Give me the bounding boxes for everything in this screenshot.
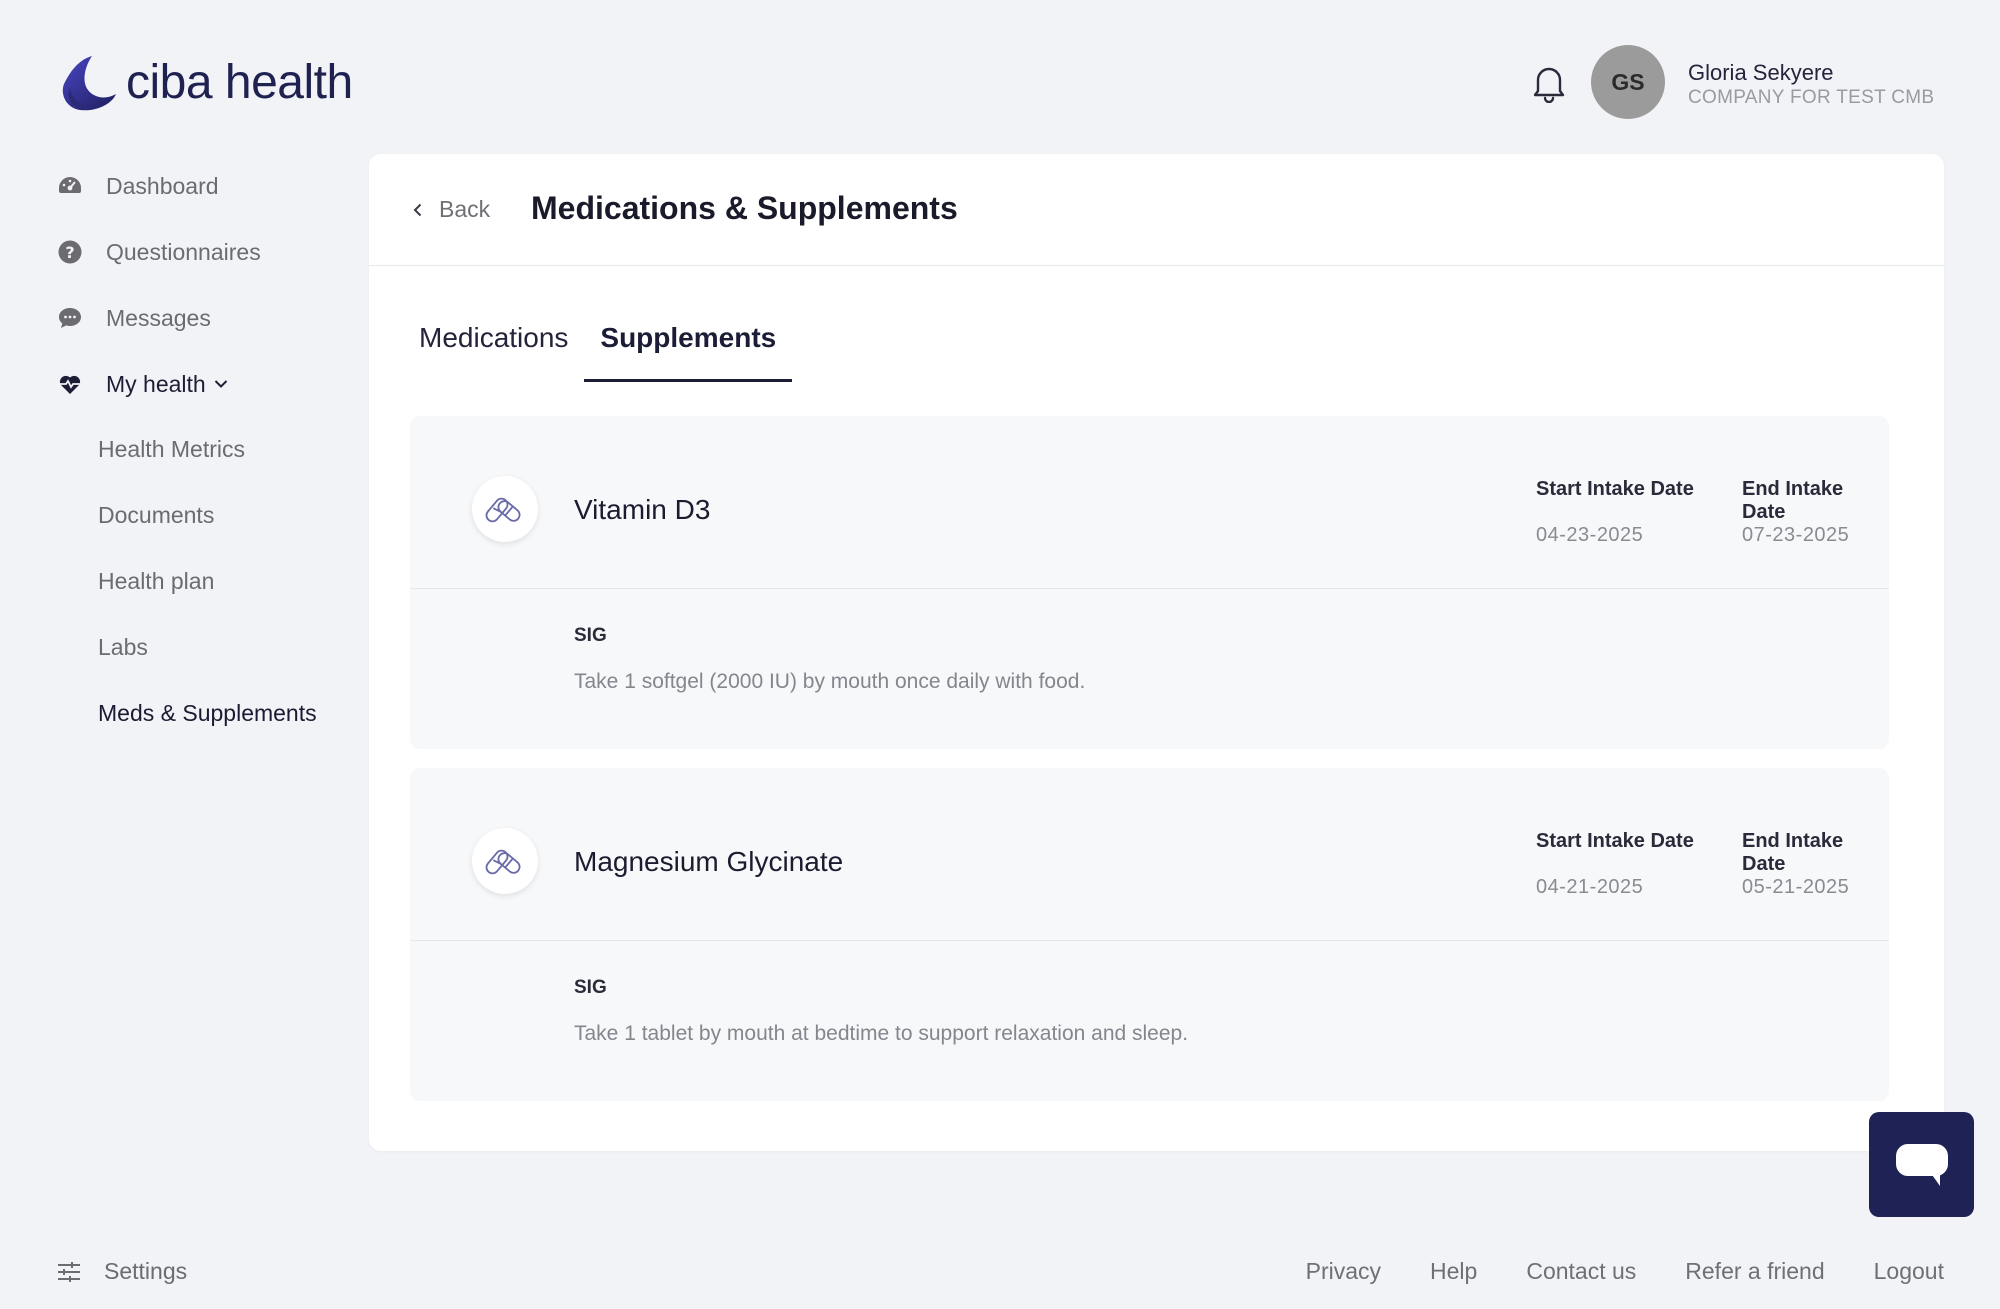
user-company: COMPANY FOR TEST CMB <box>1688 87 1935 108</box>
panel-header: Back Medications & Supplements <box>369 154 1944 266</box>
supplement-card: Vitamin D3 Start Intake Date 04-23-2025 … <box>410 416 1889 749</box>
sidebar-subitem-labs[interactable]: Labs <box>98 634 148 661</box>
main-panel: Back Medications & Supplements Medicatio… <box>369 154 1944 1151</box>
sidebar-subitem-meds-supplements[interactable]: Meds & Supplements <box>98 700 317 727</box>
chat-launcher-button[interactable] <box>1869 1112 1974 1217</box>
tab-medications[interactable]: Medications <box>403 302 584 382</box>
dashboard-gauge-icon <box>56 172 84 200</box>
brand-name: ciba health <box>126 55 353 109</box>
end-date-label: End Intake Date <box>1742 830 1844 875</box>
footer-links: Privacy Help Contact us Refer a friend L… <box>1306 1258 1944 1285</box>
start-date-value: 04-23-2025 <box>1536 524 1644 546</box>
pill-icon <box>472 828 538 894</box>
chevron-down-icon <box>214 379 228 389</box>
tab-bar: Medications Supplements <box>403 302 793 382</box>
footer-link-privacy[interactable]: Privacy <box>1306 1258 1381 1285</box>
end-date-value: 07-23-2025 <box>1742 524 1850 546</box>
sidebar-item-label: Dashboard <box>106 172 219 199</box>
svg-text:?: ? <box>65 243 74 262</box>
sidebar-item-label: My health <box>106 370 206 397</box>
start-date-label: Start Intake Date <box>1536 830 1694 852</box>
sidebar-subitem-health-metrics[interactable]: Health Metrics <box>98 436 245 463</box>
avatar-initials: GS <box>1611 68 1645 95</box>
page-title: Medications & Supplements <box>531 190 958 226</box>
footer-link-refer-a-friend[interactable]: Refer a friend <box>1685 1258 1824 1285</box>
footer-link-contact-us[interactable]: Contact us <box>1526 1258 1636 1285</box>
sidebar-item-dashboard[interactable]: Dashboard <box>56 172 219 200</box>
sidebar-item-my-health[interactable]: My health <box>56 370 228 398</box>
back-label: Back <box>439 196 491 222</box>
settings-label: Settings <box>104 1258 188 1284</box>
chevron-left-icon <box>413 203 422 216</box>
chat-icon <box>1895 1143 1948 1186</box>
sidebar-subitem-health-plan[interactable]: Health plan <box>98 568 214 595</box>
tab-supplements[interactable]: Supplements <box>584 302 793 382</box>
end-date-label: End Intake Date <box>1742 478 1844 523</box>
sidebar-item-messages[interactable]: Messages <box>56 304 211 332</box>
start-date-label: Start Intake Date <box>1536 478 1694 500</box>
sig-text: Take 1 softgel (2000 IU) by mouth once d… <box>574 670 1086 693</box>
supplement-card-header: Vitamin D3 Start Intake Date 04-23-2025 … <box>410 416 1889 589</box>
bell-icon[interactable] <box>1530 63 1568 104</box>
sig-label: SIG <box>574 625 607 646</box>
supplement-card: Magnesium Glycinate Start Intake Date 04… <box>410 768 1889 1101</box>
end-date-value: 05-21-2025 <box>1742 876 1850 898</box>
question-circle-icon: ? <box>56 238 84 266</box>
supplement-card-header: Magnesium Glycinate Start Intake Date 04… <box>410 768 1889 941</box>
footer-link-logout[interactable]: Logout <box>1874 1258 1944 1285</box>
sig-label: SIG <box>574 977 607 998</box>
chat-bubble-icon <box>56 304 84 332</box>
pill-icon <box>472 476 538 542</box>
sig-text: Take 1 tablet by mouth at bedtime to sup… <box>574 1022 1189 1045</box>
supplement-name: Vitamin D3 <box>574 494 711 525</box>
supplement-name: Magnesium Glycinate <box>574 846 844 877</box>
back-button[interactable]: Back <box>411 196 490 223</box>
supplement-card-body: SIG Take 1 softgel (2000 IU) by mouth on… <box>410 589 1889 749</box>
sidebar-item-label: Messages <box>106 304 211 331</box>
sidebar-item-label: Questionnaires <box>106 238 261 265</box>
avatar[interactable]: GS <box>1591 45 1665 119</box>
heart-pulse-icon <box>56 370 84 398</box>
sidebar-item-questionnaires[interactable]: ? Questionnaires <box>56 238 261 266</box>
supplement-card-body: SIG Take 1 tablet by mouth at bedtime to… <box>410 941 1889 1101</box>
start-date-value: 04-21-2025 <box>1536 876 1644 898</box>
settings-link[interactable]: Settings <box>56 1258 187 1285</box>
sliders-icon <box>58 1261 80 1282</box>
brand-logo[interactable]: ciba health <box>56 50 353 114</box>
user-name: Gloria Sekyere <box>1688 60 1834 85</box>
footer-link-help[interactable]: Help <box>1430 1258 1477 1285</box>
ciba-leaf-logo-icon <box>62 56 116 111</box>
sidebar-subitem-documents[interactable]: Documents <box>98 502 214 529</box>
